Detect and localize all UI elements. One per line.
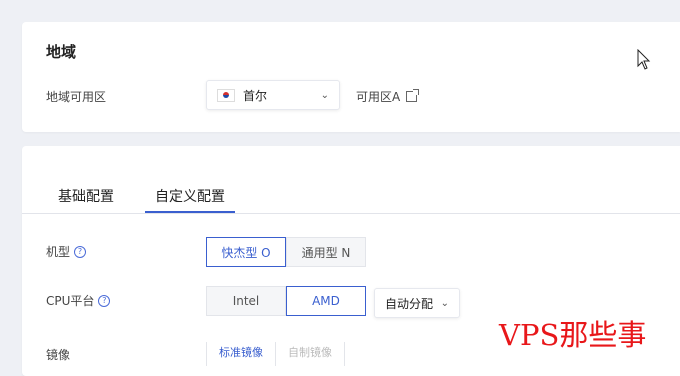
region-select-value: 首尔 <box>243 88 268 103</box>
zone-link-label: 可用区A <box>356 90 401 104</box>
south-korea-flag-icon <box>217 88 235 102</box>
tab-custom-config[interactable]: 自定义配置 <box>145 186 235 213</box>
region-section-title: 地域 <box>46 43 77 61</box>
instance-type-option-o[interactable]: 快杰型 O <box>206 237 286 267</box>
watermark: VPS那些事 <box>499 318 647 352</box>
instance-type-label: 机型 <box>46 245 71 259</box>
cpu-platform-selector: Intel AMD <box>206 286 366 316</box>
image-label: 镜像 <box>46 348 71 362</box>
instance-type-option-n[interactable]: 通用型 N <box>286 237 366 267</box>
config-tabs: 基础配置 自定义配置 <box>22 182 680 214</box>
zone-label: 地域可用区 <box>46 90 107 104</box>
cpu-platform-label: CPU平台 <box>46 294 95 308</box>
tab-custom-image[interactable]: 自制镜像 <box>276 342 345 366</box>
help-circle-icon[interactable]: ? <box>74 245 87 258</box>
zone-link[interactable]: 可用区A <box>356 88 420 105</box>
cpu-option-amd[interactable]: AMD <box>286 286 366 316</box>
tab-basic-config[interactable]: 基础配置 <box>48 186 124 213</box>
cpu-allocation-select[interactable]: 自动分配 ⌄ <box>374 288 460 318</box>
cpu-option-intel[interactable]: Intel <box>206 286 286 316</box>
region-select[interactable]: 首尔 ⌄ <box>206 80 340 110</box>
region-card: 地域 地域可用区 首尔 ⌄ 可用区A <box>22 22 680 132</box>
help-circle-icon[interactable]: ? <box>98 294 111 307</box>
chevron-down-icon: ⌄ <box>320 89 329 101</box>
instance-type-row-label: 机型 ? <box>46 243 87 260</box>
cpu-allocation-value: 自动分配 <box>385 296 434 311</box>
mouse-pointer-icon <box>637 49 651 70</box>
instance-type-selector: 快杰型 O 通用型 N <box>206 237 366 267</box>
cpu-platform-row-label: CPU平台 ? <box>46 292 111 309</box>
chevron-down-icon: ⌄ <box>440 297 449 309</box>
image-tabs: 标准镜像 自制镜像 <box>206 342 345 366</box>
external-link-icon <box>406 89 420 102</box>
tab-standard-image[interactable]: 标准镜像 <box>207 342 276 366</box>
